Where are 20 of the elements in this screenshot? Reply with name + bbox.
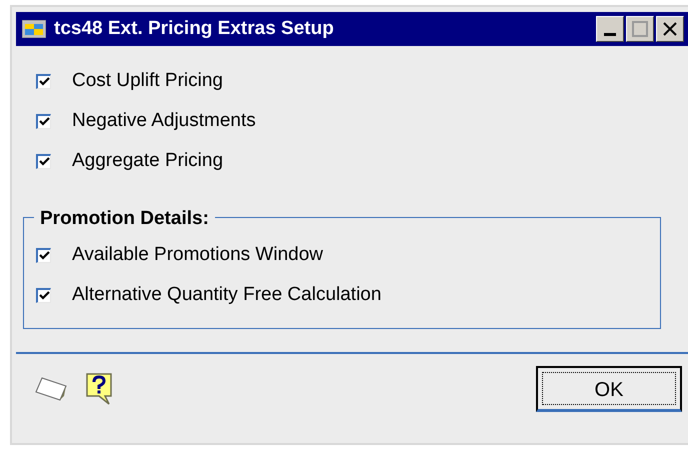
checkbox-label: Alternative Quantity Free Calculation (72, 282, 382, 307)
checkbox[interactable] (36, 248, 51, 262)
maximize-button[interactable] (626, 16, 654, 42)
maximize-icon (632, 21, 648, 37)
checkbox[interactable] (36, 288, 51, 302)
window-icon (22, 20, 46, 38)
checkbox[interactable] (36, 74, 51, 88)
checkbox[interactable] (36, 114, 51, 128)
window-title: tcs48 Ext. Pricing Extras Setup (54, 16, 334, 41)
checkbox-label: Available Promotions Window (72, 242, 323, 267)
checkbox-label: Negative Adjustments (72, 108, 256, 133)
close-icon (663, 22, 677, 36)
minimize-button[interactable] (596, 16, 624, 42)
checkbox-label: Cost Uplift Pricing (72, 68, 223, 93)
minimize-icon (604, 33, 616, 36)
close-button[interactable] (656, 16, 684, 42)
checkbox[interactable] (36, 154, 51, 168)
checkbox-label: Aggregate Pricing (72, 148, 224, 173)
help-icon (85, 372, 113, 406)
ok-button[interactable]: OK (536, 366, 682, 412)
